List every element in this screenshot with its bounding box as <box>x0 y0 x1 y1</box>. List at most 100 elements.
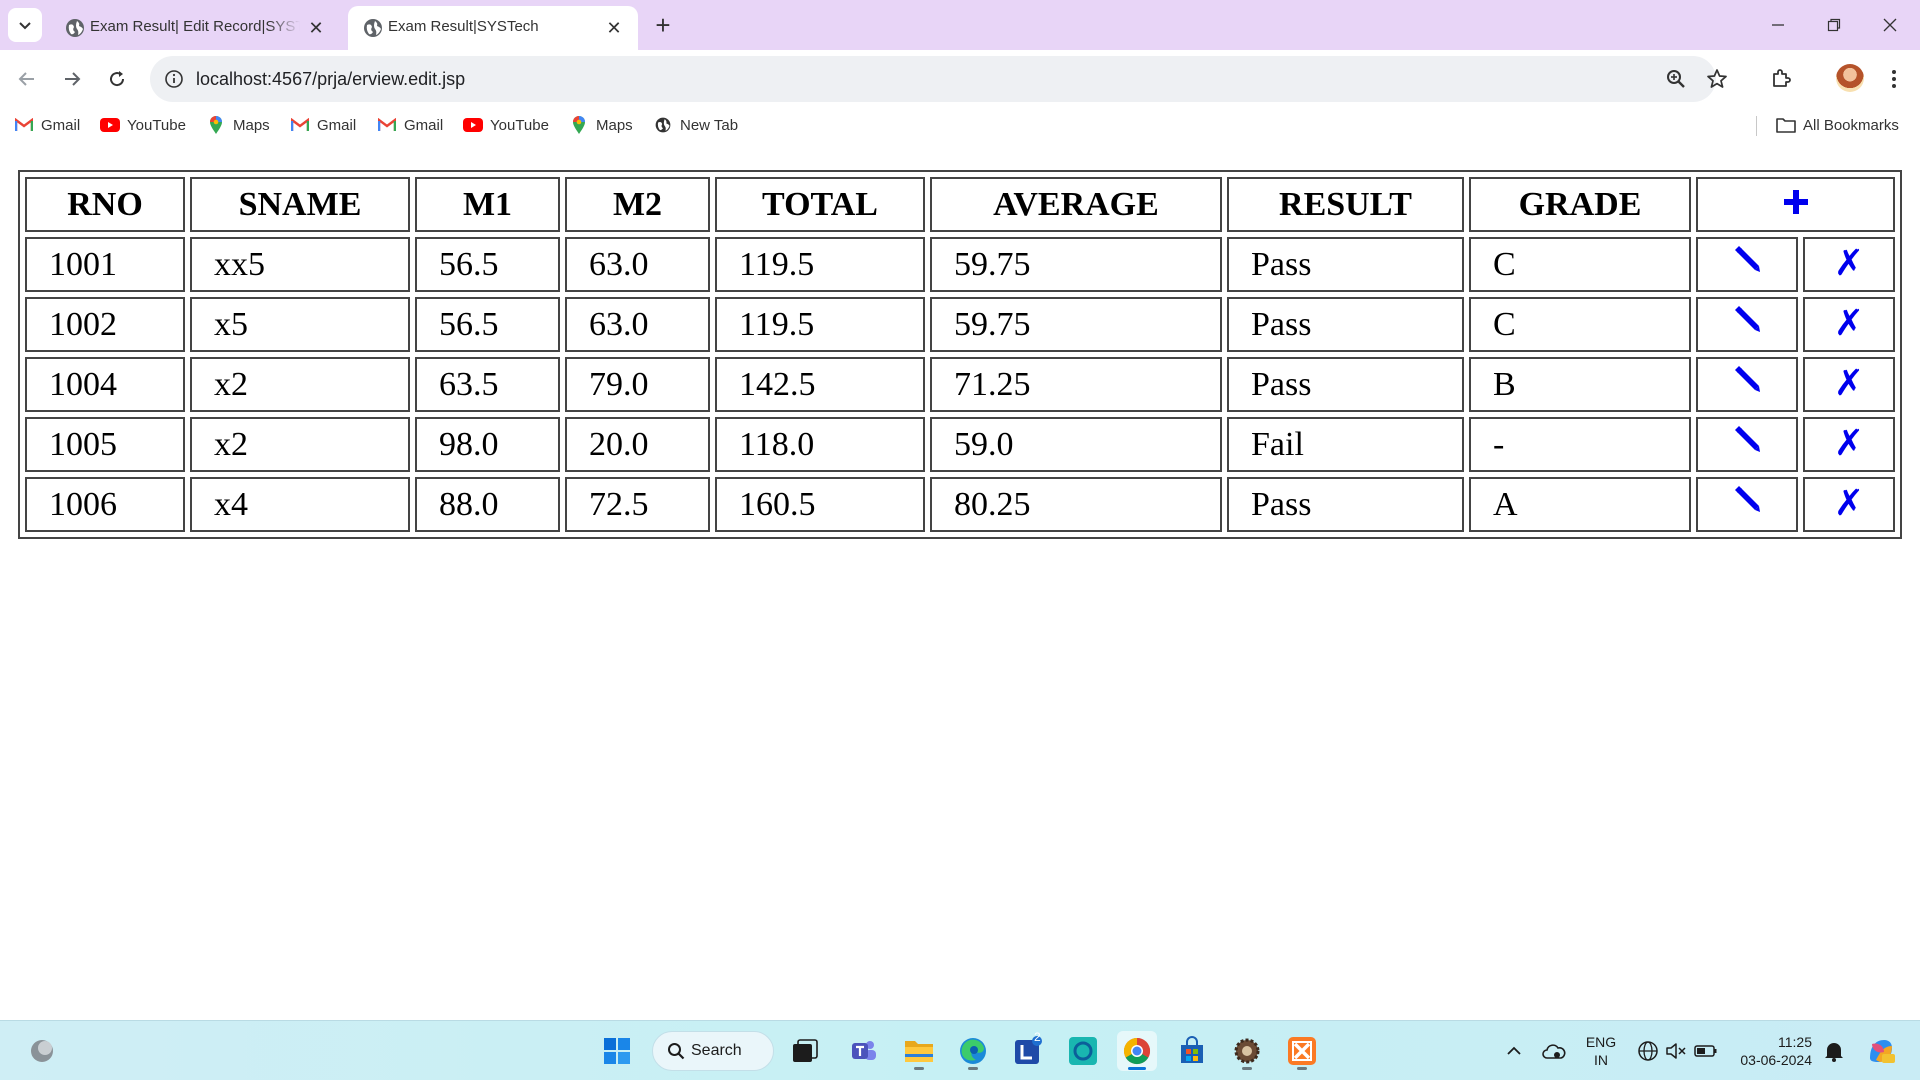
cell-rno: 1002 <box>25 297 185 352</box>
tab-title: Exam Result| Edit Record|SYSTech <box>90 18 300 35</box>
forward-button[interactable] <box>55 62 89 96</box>
cell-m2: 72.5 <box>565 477 710 532</box>
plus-icon <box>1783 189 1808 214</box>
cell-m1: 56.5 <box>415 237 560 292</box>
chrome-button[interactable] <box>1117 1031 1157 1071</box>
search-label: Search <box>691 1042 742 1059</box>
tab-exam-result[interactable]: Exam Result|SYSTech ✕ <box>348 6 638 50</box>
header-actions <box>1696 177 1895 232</box>
add-record-button[interactable] <box>1783 189 1809 215</box>
url-text[interactable]: localhost:4567/prja/erview.edit.jsp <box>196 69 465 90</box>
window-close-button[interactable] <box>1870 8 1910 42</box>
cross-icon: ✗ <box>1833 422 1865 464</box>
header-result: RESULT <box>1227 177 1464 232</box>
bookmark-maps[interactable]: Maps <box>569 113 633 137</box>
edit-record-button[interactable] <box>1732 425 1762 455</box>
language-indicator[interactable]: ENG IN <box>1582 1033 1620 1069</box>
delete-record-button[interactable]: ✗ <box>1833 422 1865 464</box>
bookmark-gmail[interactable]: Gmail <box>290 113 356 137</box>
restore-icon <box>1827 18 1841 32</box>
all-bookmarks-button[interactable]: All Bookmarks <box>1776 113 1899 137</box>
bookmarks-divider <box>1756 116 1757 136</box>
battery-button[interactable] <box>1694 1039 1718 1063</box>
cell-average: 71.25 <box>930 357 1222 412</box>
start-button[interactable] <box>597 1031 637 1071</box>
restore-button[interactable] <box>1814 8 1854 42</box>
bookmark-label: Maps <box>233 116 270 134</box>
volume-button[interactable] <box>1664 1039 1688 1063</box>
edit-record-button[interactable] <box>1732 305 1762 335</box>
cell-result: Pass <box>1227 237 1464 292</box>
zoom-button[interactable] <box>1662 65 1690 93</box>
bookmark-star-button[interactable] <box>1703 65 1731 93</box>
cell-grade: - <box>1469 417 1691 472</box>
xampp-button[interactable] <box>1282 1031 1322 1071</box>
bookmark-youtube[interactable]: YouTube <box>100 113 186 137</box>
bookmark-youtube[interactable]: YouTube <box>463 113 549 137</box>
extensions-button[interactable] <box>1766 64 1796 94</box>
edit-record-button[interactable] <box>1732 365 1762 395</box>
taskbar-search[interactable]: Search <box>652 1031 774 1071</box>
notifications-button[interactable] <box>1822 1039 1846 1063</box>
reload-button[interactable] <box>100 62 134 96</box>
cell-delete: ✗ <box>1803 357 1895 412</box>
cell-total: 118.0 <box>715 417 925 472</box>
address-bar[interactable]: localhost:4567/prja/erview.edit.jsp <box>150 56 1727 102</box>
chevron-up-icon <box>1507 1046 1521 1055</box>
settings-button[interactable] <box>1227 1031 1267 1071</box>
edit-record-button[interactable] <box>1732 485 1762 515</box>
folder-icon <box>1776 118 1796 133</box>
file-explorer-icon <box>905 1041 933 1062</box>
cell-total: 142.5 <box>715 357 925 412</box>
running-indicator <box>968 1067 978 1070</box>
bookmark-maps[interactable]: Maps <box>206 113 270 137</box>
delete-record-button[interactable]: ✗ <box>1834 485 1864 522</box>
cell-sname: x2 <box>190 357 410 412</box>
cell-rno: 1004 <box>25 357 185 412</box>
bookmark-label: YouTube <box>490 116 549 134</box>
task-view-button[interactable] <box>785 1031 825 1071</box>
table-header-row: RNO SNAME M1 M2 TOTAL AVERAGE RESULT GRA… <box>25 177 1895 232</box>
bookmark-new-tab[interactable]: New Tab <box>653 113 738 137</box>
teams-button[interactable] <box>844 1031 884 1071</box>
cell-m1: 98.0 <box>415 417 560 472</box>
cell-result: Fail <box>1227 417 1464 472</box>
onedrive-button[interactable] <box>1542 1039 1566 1063</box>
bookmark-gmail[interactable]: Gmail <box>377 113 443 137</box>
copilot-button[interactable] <box>1866 1036 1896 1066</box>
minimize-button[interactable] <box>1758 8 1798 42</box>
language-code: ENG <box>1585 1034 1617 1050</box>
close-icon <box>1883 18 1897 32</box>
clock[interactable]: 11:25 03-06-2024 <box>1732 1033 1812 1069</box>
close-icon[interactable]: ✕ <box>602 16 626 40</box>
site-info-button[interactable] <box>158 63 190 95</box>
browser-menu-button[interactable] <box>1880 64 1908 94</box>
store-button[interactable] <box>1172 1031 1212 1071</box>
header-rno: RNO <box>25 177 185 232</box>
new-tab-button[interactable]: + <box>648 10 678 40</box>
back-button[interactable] <box>10 62 44 96</box>
header-average: AVERAGE <box>930 177 1222 232</box>
network-button[interactable] <box>1636 1039 1660 1063</box>
table-row: 1006 x4 88.0 72.5 160.5 80.25 Pass A ✗ <box>25 477 1895 532</box>
profile-avatar[interactable] <box>1836 64 1864 92</box>
tab-search-button[interactable] <box>8 8 42 42</box>
edge-button[interactable] <box>953 1031 993 1071</box>
widgets-button[interactable] <box>22 1031 62 1071</box>
table-row: 1004 x2 63.5 79.0 142.5 71.25 Pass B ✗ <box>25 357 1895 412</box>
bookmark-gmail[interactable]: Gmail <box>14 113 80 137</box>
green-app-button[interactable] <box>1063 1031 1103 1071</box>
running-indicator <box>914 1067 924 1070</box>
task-view-icon <box>793 1039 818 1062</box>
tab-edit-record[interactable]: Exam Result| Edit Record|SYSTech ✕ <box>50 6 340 50</box>
close-icon[interactable]: ✕ <box>304 16 328 40</box>
delete-record-button[interactable]: ✗ <box>1834 365 1864 402</box>
info-icon <box>165 70 183 88</box>
show-hidden-icons-button[interactable] <box>1502 1039 1526 1063</box>
file-explorer-button[interactable] <box>899 1031 939 1071</box>
table-body: 1001 xx5 56.5 63.0 119.5 59.75 Pass C ✗ 1002 x5 56.… <box>25 237 1895 532</box>
l-app-button[interactable]: 2 <box>1008 1030 1048 1071</box>
delete-record-button[interactable]: ✗ <box>1834 305 1864 342</box>
delete-record-button[interactable]: ✗ <box>1834 245 1864 282</box>
edit-record-button[interactable] <box>1732 245 1762 275</box>
